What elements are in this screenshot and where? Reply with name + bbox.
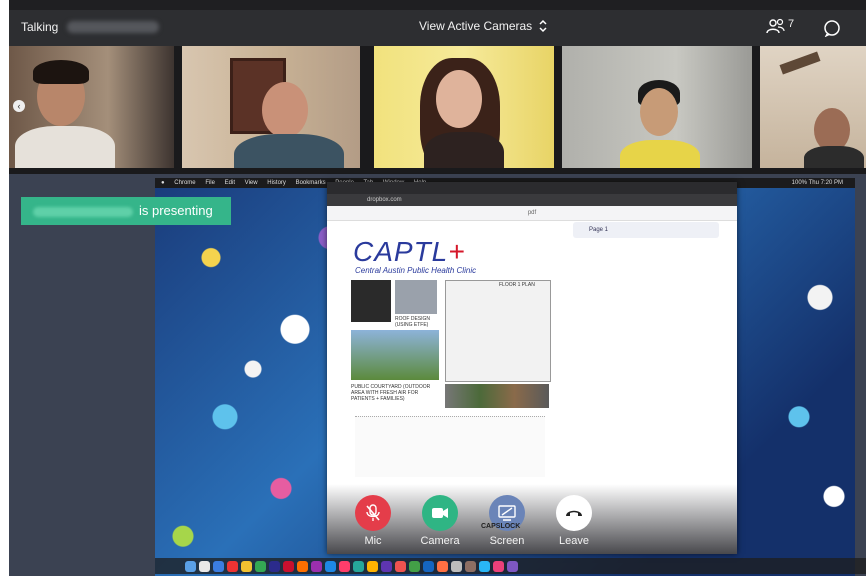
dock-app-icon[interactable]: [269, 560, 280, 572]
floor-plan: [445, 280, 551, 382]
address-bar[interactable]: dropbox.com: [327, 194, 737, 206]
view-cameras-label: View Active Cameras: [419, 19, 533, 33]
dock-app-icon[interactable]: [311, 560, 322, 572]
courtyard-image: [351, 330, 439, 380]
camera-label: Camera: [420, 535, 460, 547]
dock-app-icon[interactable]: [395, 560, 406, 572]
screen-button[interactable]: Screen CAPSLOCK: [477, 495, 537, 547]
dock-app-icon[interactable]: [325, 560, 336, 572]
menu-clock: Thu 7:20 PM: [808, 180, 843, 186]
video-tile[interactable]: [760, 46, 866, 168]
dock-app-icon[interactable]: [297, 560, 308, 572]
dock-app-icon[interactable]: [185, 560, 196, 572]
render-image: [351, 280, 391, 322]
menu-chrome[interactable]: Chrome: [174, 180, 195, 186]
dock-app-icon[interactable]: [507, 560, 518, 572]
video-tile[interactable]: ‹: [9, 46, 174, 168]
dock-app-icon[interactable]: [437, 560, 448, 572]
dock-app-icon[interactable]: [213, 560, 224, 572]
menu-edit[interactable]: Edit: [225, 180, 235, 186]
leave-button[interactable]: Leave: [544, 495, 604, 547]
camera-button[interactable]: Camera: [410, 495, 470, 547]
chat-bubble-icon: [824, 20, 840, 38]
top-bar: Talking View Active Cameras 7: [9, 10, 866, 46]
dock-app-icon[interactable]: [479, 560, 490, 572]
camera-strip: ‹: [9, 46, 866, 174]
project-subtitle: Central Austin Public Health Clinic: [355, 266, 477, 275]
leave-label: Leave: [559, 535, 589, 547]
dock-app-icon[interactable]: [367, 560, 378, 572]
exterior-images: [445, 384, 549, 408]
dock-app-icon[interactable]: [255, 560, 266, 572]
arrow-left-icon[interactable]: ‹: [13, 100, 25, 112]
menu-view[interactable]: View: [245, 180, 258, 186]
mic-muted-icon: [355, 495, 391, 531]
screen-share-stage: ● Chrome File Edit View History Bookmark…: [9, 174, 866, 576]
dock-app-icon[interactable]: [423, 560, 434, 572]
page-indicator[interactable]: Page 1: [573, 222, 719, 238]
dock-app-icon[interactable]: [493, 560, 504, 572]
talking-label: Talking: [21, 20, 59, 34]
participant-count: 7: [788, 18, 795, 30]
dock-app-icon[interactable]: [339, 560, 350, 572]
hang-up-icon: [556, 495, 592, 531]
section-drawings: [355, 416, 545, 477]
apple-icon: ●: [161, 180, 165, 186]
dock-app-icon[interactable]: [409, 560, 420, 572]
roof-image: [395, 280, 437, 314]
menu-file[interactable]: File: [205, 180, 215, 186]
floor-caption: FLOOR 1 PLAN: [499, 282, 535, 288]
presenting-label: is presenting: [139, 203, 213, 218]
battery-status: 100%: [791, 180, 807, 186]
participants-button[interactable]: 7: [766, 18, 794, 34]
people-icon: [766, 18, 785, 34]
pdf-header: pdf: [327, 206, 737, 221]
presenter-name-blurred: [33, 206, 133, 217]
dock-app-icon[interactable]: [381, 560, 392, 572]
screen-label: Screen: [489, 535, 525, 547]
video-tile[interactable]: [374, 46, 554, 168]
dock-app-icon[interactable]: [283, 560, 294, 572]
talking-name-blurred: [67, 21, 159, 33]
chat-button[interactable]: [823, 19, 841, 42]
presenting-banner: is presenting: [21, 197, 231, 225]
browser-tabs[interactable]: [327, 182, 737, 194]
address-url: dropbox.com: [367, 197, 402, 203]
view-cameras-selector[interactable]: View Active Cameras: [419, 19, 548, 33]
menu-bookmarks[interactable]: Bookmarks: [296, 180, 326, 186]
doc-type: pdf: [527, 210, 537, 216]
video-tile[interactable]: [182, 46, 360, 168]
dock-app-icon[interactable]: [241, 560, 252, 572]
courtyard-caption: PUBLIC COURTYARD (OUTDOOR AREA WITH FRES…: [351, 384, 431, 402]
video-tile[interactable]: [562, 46, 752, 168]
capslock-text: CAPSLOCK: [481, 523, 521, 530]
call-window: Talking View Active Cameras 7 ‹ ● Chrome…: [9, 0, 866, 576]
dock-app-icon[interactable]: [199, 560, 210, 572]
captl-logo: CAPTL+: [353, 236, 466, 267]
dock-app-icon[interactable]: [465, 560, 476, 572]
menu-history[interactable]: History: [267, 180, 286, 186]
mic-button[interactable]: Mic: [343, 495, 403, 547]
roof-caption: ROOF DESIGN (USING ETFE): [395, 316, 431, 328]
dock-app-icon[interactable]: [353, 560, 364, 572]
chevron-updown-icon: [539, 19, 547, 33]
video-camera-icon: [422, 495, 458, 531]
dock-app-icon[interactable]: [451, 560, 462, 572]
mac-dock: [155, 558, 866, 574]
dock-app-icon[interactable]: [227, 560, 238, 572]
mic-label: Mic: [364, 535, 382, 547]
